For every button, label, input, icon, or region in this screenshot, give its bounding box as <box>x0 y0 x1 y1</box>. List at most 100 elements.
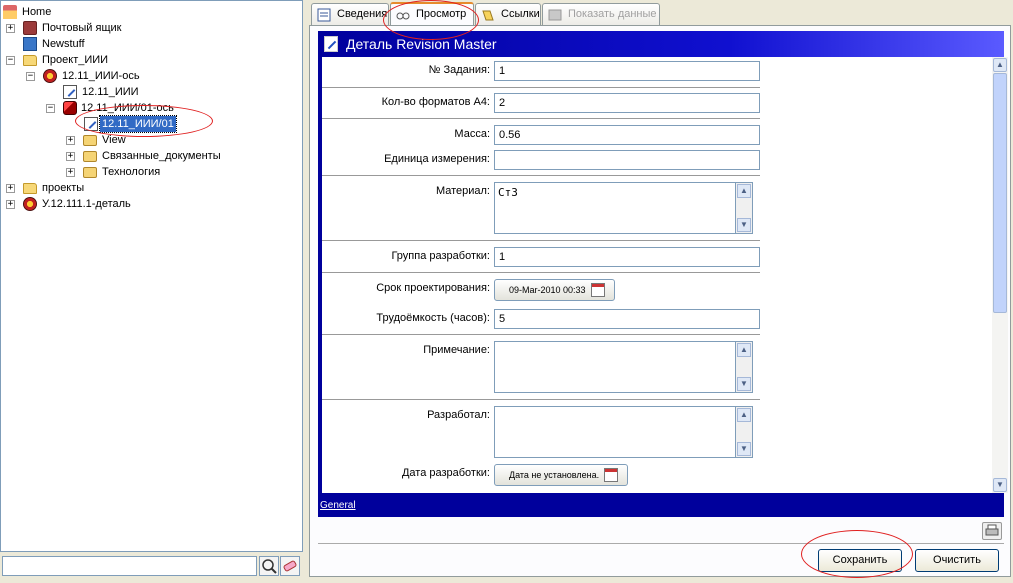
dev-date-label: Дата разработки: <box>401 467 490 479</box>
tree-item-item-rev[interactable]: − 12.11_ИИИ-ось <box>26 68 226 84</box>
links-icon <box>482 10 494 21</box>
expand-icon[interactable]: + <box>6 184 15 193</box>
developed-by-textarea[interactable] <box>494 406 736 458</box>
note-textarea[interactable] <box>494 341 736 393</box>
tree-item-label: Технология <box>102 166 161 178</box>
separator <box>322 118 760 119</box>
tab-show-data: Показать данные <box>542 3 660 26</box>
scroll-down-icon[interactable]: ▼ <box>737 218 751 232</box>
expand-icon[interactable]: + <box>6 24 15 33</box>
newstuff-icon <box>23 37 37 51</box>
tree-item-project[interactable]: − Проект_ИИИ <box>6 52 206 68</box>
tree-item-label: Newstuff <box>42 38 85 50</box>
scroll-up-icon[interactable]: ▲ <box>737 408 751 422</box>
tree-item-label: Home <box>22 6 52 18</box>
tree-item-item-rev-01[interactable]: − 12.11_ИИИ/01-ось <box>46 100 246 116</box>
tree-item-label: Почтовый ящик <box>42 22 122 34</box>
dev-group-input[interactable]: 1 <box>494 247 760 267</box>
design-deadline-label: Срок проектирования: <box>376 282 490 294</box>
form-header: Деталь Revision Master <box>318 31 1004 57</box>
mass-input[interactable]: 0.56 <box>494 125 760 145</box>
scroll-up-icon[interactable]: ▲ <box>993 58 1007 72</box>
expand-icon[interactable]: + <box>66 168 75 177</box>
tree-item-label: Проект_ИИИ <box>42 54 109 66</box>
mass-label: Масса: <box>454 128 490 140</box>
scroll-down-icon[interactable]: ▼ <box>737 377 751 391</box>
form-body: № Задания: 1 Кол-во форматов А4: 2 Масса… <box>318 57 1008 493</box>
dev-date-button[interactable]: Дата не установлена. <box>494 464 629 486</box>
tab-panel: Деталь Revision Master № Задания: 1 Кол-… <box>309 25 1011 577</box>
scroll-down-icon[interactable]: ▼ <box>737 442 751 456</box>
material-textarea[interactable]: Ст3 <box>494 182 736 234</box>
collapse-icon[interactable]: − <box>26 72 35 81</box>
print-button[interactable] <box>982 522 1002 540</box>
material-label: Материал: <box>435 185 490 197</box>
search-icon <box>262 559 277 574</box>
developed-by-scrollbar[interactable]: ▲ ▼ <box>736 406 753 458</box>
folder-icon <box>83 167 97 178</box>
search-button[interactable] <box>259 556 279 576</box>
tree-item-part[interactable]: + У.12.111.1-деталь <box>6 196 206 212</box>
tree-search-input[interactable] <box>2 556 257 576</box>
expand-icon[interactable]: + <box>66 136 75 145</box>
folder-icon <box>23 183 37 194</box>
mailbox-icon <box>23 21 37 35</box>
tree-item-label: View <box>102 134 126 146</box>
tree-item-newstuff[interactable]: Newstuff <box>6 36 206 52</box>
tab-info[interactable]: Сведения <box>311 3 389 26</box>
save-button[interactable]: Сохранить <box>818 549 902 572</box>
expand-icon[interactable]: + <box>66 152 75 161</box>
material-scrollbar[interactable]: ▲ ▼ <box>736 182 753 234</box>
tree-item-related-docs[interactable]: + Связанные_документы <box>66 148 286 164</box>
tree-item-label: 12.11_ИИИ/01-ось <box>81 102 174 114</box>
tab-label: Показать данные <box>568 8 657 20</box>
printer-icon <box>985 524 999 536</box>
scroll-up-icon[interactable]: ▲ <box>737 343 751 357</box>
scroll-up-icon[interactable]: ▲ <box>737 184 751 198</box>
home-icon <box>3 5 17 19</box>
separator <box>322 87 760 88</box>
note-scrollbar[interactable]: ▲ ▼ <box>736 341 753 393</box>
separator <box>322 175 760 176</box>
tab-label: Сведения <box>337 8 388 20</box>
tree-item-view[interactable]: + View <box>66 132 266 148</box>
folder-icon <box>83 151 97 162</box>
calendar-icon <box>590 283 605 297</box>
revision-icon <box>43 69 57 83</box>
form-scrollbar[interactable]: ▲ ▼ <box>992 57 1008 493</box>
folder-icon <box>83 135 97 146</box>
detail-pane: Сведения Просмотр Ссылки Показать данные… <box>307 0 1013 583</box>
unit-label: Единица измерения: <box>384 153 490 165</box>
form-footer: General <box>318 493 1004 517</box>
clear-button[interactable]: Очистить <box>915 549 999 572</box>
collapse-icon[interactable]: − <box>6 56 15 65</box>
labor-hours-label: Трудоёмкость (часов): <box>376 312 490 324</box>
data-icon <box>548 9 562 21</box>
tree-item-projects[interactable]: + проекты <box>6 180 206 196</box>
tree-item-item[interactable]: 12.11_ИИИ <box>63 84 263 100</box>
tree-item-item-01[interactable]: 12.11_ИИИ/01 <box>84 115 284 133</box>
tree-item-home[interactable]: Home <box>3 4 203 20</box>
scroll-thumb[interactable] <box>993 73 1007 313</box>
design-deadline-date-button[interactable]: 09-Mar-2010 00:33 <box>494 279 615 301</box>
tree-item-mailbox[interactable]: + Почтовый ящик <box>6 20 206 36</box>
task-no-input[interactable]: 1 <box>494 61 760 81</box>
separator <box>322 334 760 335</box>
unit-input[interactable] <box>494 150 760 170</box>
tab-view[interactable]: Просмотр <box>390 2 474 26</box>
tab-links[interactable]: Ссылки <box>475 3 541 26</box>
tree-item-technology[interactable]: + Технология <box>66 164 266 180</box>
expand-icon[interactable]: + <box>6 200 15 209</box>
revision-icon <box>63 101 77 115</box>
a4-formats-input[interactable]: 2 <box>494 93 760 113</box>
tree-item-label-selected: 12.11_ИИИ/01 <box>99 115 177 133</box>
calendar-icon <box>604 468 619 482</box>
clear-search-button[interactable] <box>280 556 300 576</box>
general-link[interactable]: General <box>320 500 356 511</box>
tab-label: Ссылки <box>501 8 540 20</box>
collapse-icon[interactable]: − <box>46 104 55 113</box>
document-icon <box>84 117 98 131</box>
save-button-label: Сохранить <box>832 554 888 566</box>
scroll-down-icon[interactable]: ▼ <box>993 478 1007 492</box>
labor-hours-input[interactable]: 5 <box>494 309 760 329</box>
